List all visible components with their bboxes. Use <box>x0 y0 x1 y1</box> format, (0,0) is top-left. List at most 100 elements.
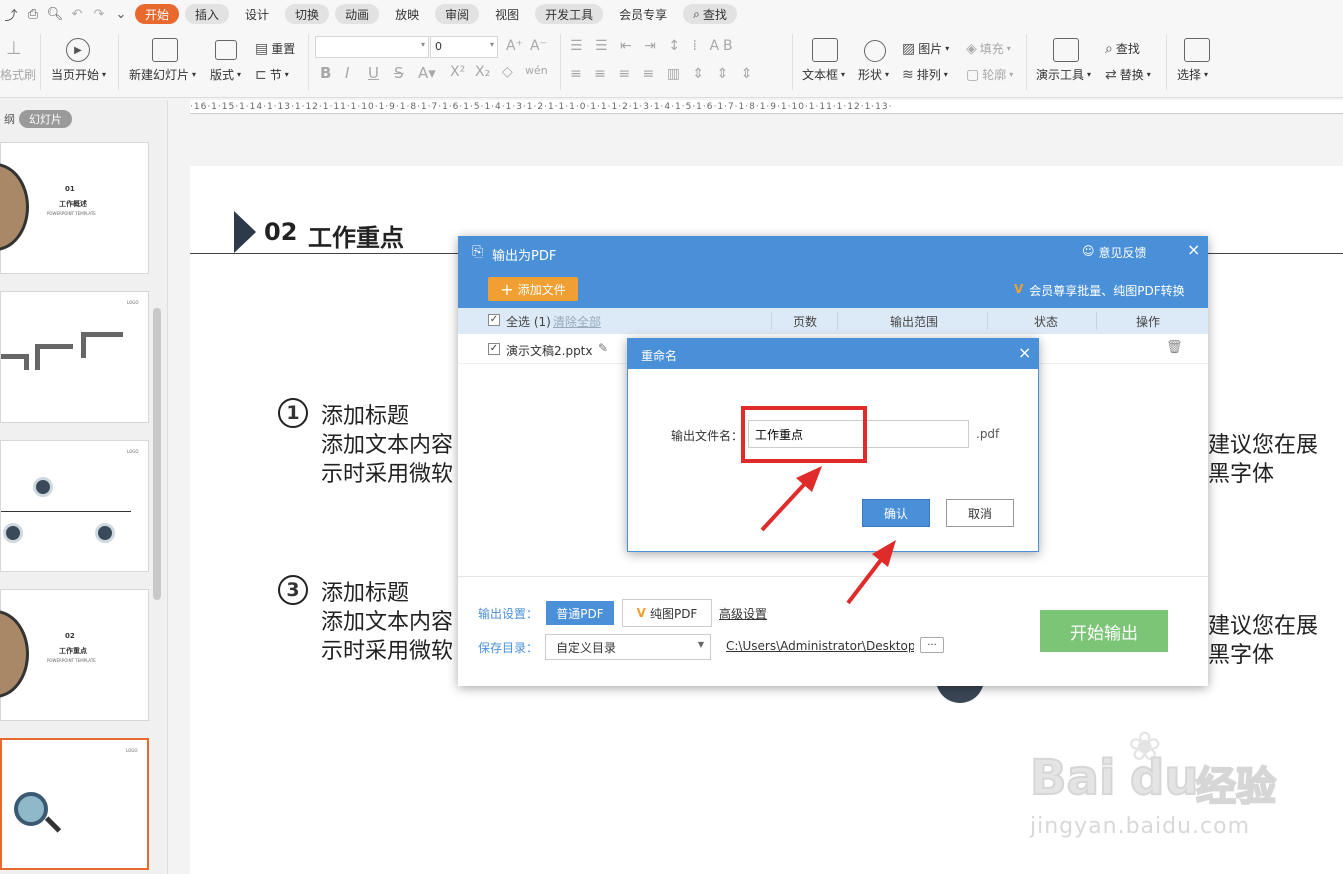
slide-thumbnail-4[interactable]: 02 工作重点 POWERPOINT TEMPLATE <box>0 589 149 721</box>
font-size-select[interactable]: 0 ▾ <box>430 36 498 58</box>
thumbnail-scrollbar[interactable] <box>153 308 161 600</box>
reset-button[interactable]: ▤ 重置 <box>255 40 295 57</box>
superscript-icon[interactable]: X² <box>450 64 465 80</box>
item-body-1a: 添加文本内容 <box>321 433 454 458</box>
save-path[interactable]: C:\Users\Administrator\Desktop\ <box>726 639 914 653</box>
shape-icon <box>864 40 886 62</box>
tab-9[interactable]: 会员专享 <box>609 4 677 24</box>
italic-icon[interactable]: I <box>345 64 349 82</box>
format-painter-button[interactable]: 格式刷 <box>0 66 36 83</box>
outline-button[interactable]: ▢ 轮廓 ▾ <box>966 66 1013 83</box>
fill-button[interactable]: ◈ 填充 ▾ <box>966 40 1011 57</box>
tab-0[interactable]: 开始 <box>135 4 180 24</box>
tab-7[interactable]: 视图 <box>485 4 529 24</box>
pdf-dialog-header: ⎘ 输出为PDF ☺ 意见反馈 × + 添加文件 V 会员尊享批量、纯图PDF转换 <box>458 236 1208 308</box>
tab-1[interactable]: 插入 <box>185 4 230 24</box>
bold-icon[interactable]: B <box>320 64 331 82</box>
trash-icon[interactable]: 🗑︎ <box>1166 340 1183 355</box>
arrange-button[interactable]: ≋ 排列 ▾ <box>902 66 948 83</box>
print-preview-icon[interactable]: 🔍︎ <box>44 3 66 25</box>
section-button[interactable]: ⊏ 节 ▾ <box>255 66 289 83</box>
format-painter-icon: ⊥ <box>6 38 22 59</box>
align-icons[interactable]: ≡ ≡ ≡ ≡ ▥ ⇕ ⇕ ⇕ <box>570 66 757 82</box>
undo-icon[interactable]: ↶ <box>66 3 88 25</box>
redo-icon[interactable]: ↷ <box>88 3 110 25</box>
close-icon[interactable]: × <box>1187 240 1200 259</box>
browse-button[interactable]: ··· <box>920 637 944 653</box>
print-icon[interactable]: ⎙ <box>22 3 44 25</box>
slide-thumbnail-3[interactable]: LOGO <box>0 440 149 572</box>
present-tools-button[interactable]: 演示工具 ▾ <box>1036 66 1091 83</box>
subscript-icon[interactable]: X₂ <box>475 64 490 80</box>
tab-5[interactable]: 放映 <box>385 4 429 24</box>
shape-button[interactable]: 形状 ▾ <box>858 66 889 83</box>
select-button[interactable]: 选择 ▾ <box>1177 66 1208 83</box>
underline-icon[interactable]: U <box>368 64 379 82</box>
fill-icon: ◈ <box>966 40 977 57</box>
tab-6[interactable]: 审阅 <box>435 4 480 24</box>
share-icon[interactable]: ⤴ <box>0 3 22 25</box>
photo-circle <box>0 163 29 251</box>
item-body-2a: 建议您在展 <box>1208 433 1319 458</box>
chevron-down-icon: ▼ <box>697 640 704 649</box>
item-body-3b: 示时采用微软 <box>321 639 454 664</box>
list-icons[interactable]: ☰ ☰ ⇤ ⇥ ↕ ⁞ AB <box>570 38 737 54</box>
font-grow-icon[interactable]: A⁺ <box>506 38 523 54</box>
from-current-slide-button[interactable]: 当页开始 ▾ <box>51 66 106 83</box>
item-body-3a: 添加文本内容 <box>321 610 454 635</box>
edit-icon[interactable]: ✎ <box>598 341 608 355</box>
slides-view-tab[interactable]: 幻灯片 <box>19 110 72 128</box>
new-slide-icon <box>152 38 178 62</box>
strikethrough-icon[interactable]: S <box>394 64 404 82</box>
vip-icon: V <box>1014 282 1024 296</box>
arrange-icon: ≋ <box>902 66 914 83</box>
search-tab[interactable]: ⌕ 查找 <box>683 4 737 24</box>
chevron-down-icon[interactable]: ⌄ <box>110 3 132 25</box>
file-checkbox[interactable]: ✓ <box>488 343 500 355</box>
save-dir-label: 保存目录： <box>478 641 539 655</box>
item-number-3: 3 <box>278 575 308 605</box>
tab-2[interactable]: 设计 <box>235 4 279 24</box>
close-icon[interactable]: × <box>1018 343 1031 362</box>
present-tools-icon <box>1053 38 1079 62</box>
font-color-icon[interactable]: A▾ <box>418 64 436 82</box>
slide-thumbnail-panel: 纲 幻灯片 01 工作概述 POWERPOINT TEMPLATE LOGO L… <box>0 100 168 874</box>
tab-3[interactable]: 切换 <box>285 4 330 24</box>
normal-pdf-button[interactable]: 普通PDF <box>546 601 614 625</box>
select-all-label: 全选 (1) <box>506 315 551 329</box>
rename-dialog-header: 重命名 × <box>628 339 1038 369</box>
slide-thumbnail-1[interactable]: 01 工作概述 POWERPOINT TEMPLATE <box>0 142 149 274</box>
find-icon: ⌕ <box>1105 40 1113 57</box>
clear-all-link[interactable]: 清除全部 <box>553 313 601 330</box>
file-name: 演示文稿2.pptx <box>506 344 593 358</box>
slide-thumbnail-5[interactable]: LOGO <box>0 738 149 870</box>
play-icon: ▶ <box>66 38 90 62</box>
add-file-button[interactable]: + 添加文件 <box>488 277 578 301</box>
start-export-button[interactable]: 开始输出 <box>1040 610 1168 652</box>
font-shrink-icon[interactable]: A⁻ <box>530 38 547 54</box>
extension-label: .pdf <box>976 427 1000 441</box>
phonetic-icon[interactable]: wén <box>525 64 548 77</box>
tab-4[interactable]: 动画 <box>335 4 380 24</box>
new-slide-button[interactable]: 新建幻灯片 ▾ <box>129 66 196 83</box>
cancel-button[interactable]: 取消 <box>946 499 1014 527</box>
text-box-button[interactable]: 文本框 ▾ <box>802 66 845 83</box>
font-name-select[interactable]: ▾ <box>315 36 429 58</box>
layout-button[interactable]: 版式 ▾ <box>210 66 241 83</box>
slide-thumbnail-2[interactable]: LOGO <box>0 291 149 423</box>
clear-format-icon[interactable]: ◇ <box>502 64 513 80</box>
picture-button[interactable]: ▨ 图片 ▾ <box>902 40 949 57</box>
find-button[interactable]: ⌕ 查找 <box>1105 40 1140 57</box>
image-pdf-button[interactable]: V 纯图PDF <box>622 599 712 627</box>
tab-8[interactable]: 开发工具 <box>535 4 604 24</box>
feedback-link[interactable]: ☺ 意见反馈 <box>1082 244 1147 261</box>
plus-icon: + <box>500 279 514 299</box>
item-title-3: 添加标题 <box>321 581 410 606</box>
confirm-button[interactable]: 确认 <box>862 499 930 527</box>
advanced-settings-link[interactable]: 高级设置 <box>719 605 767 622</box>
replace-button[interactable]: ⇄ 替换 ▾ <box>1105 66 1151 83</box>
save-dir-select[interactable]: 自定义目录 ▼ <box>545 634 711 660</box>
layout-icon <box>215 40 237 60</box>
select-all-checkbox[interactable]: ✓ <box>488 314 500 326</box>
photo-circle <box>0 610 29 698</box>
